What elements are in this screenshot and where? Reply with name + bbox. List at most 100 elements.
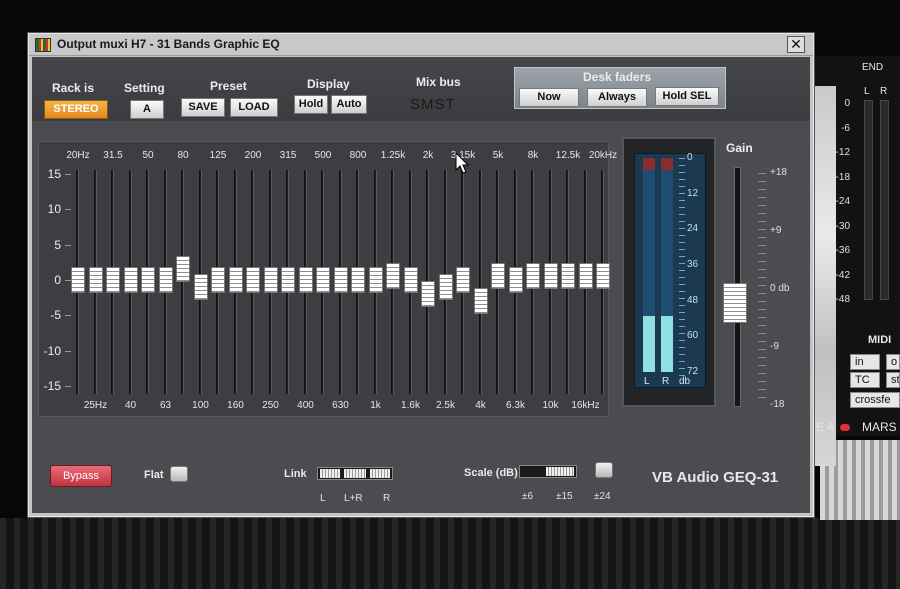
meter-scale-label: 48 xyxy=(687,294,699,306)
eq-fader-knob[interactable] xyxy=(473,288,488,315)
link-option-r: R xyxy=(383,493,391,504)
scale-24-button[interactable] xyxy=(595,462,613,478)
gain-fader-knob[interactable] xyxy=(723,283,747,323)
eq-fader-knob[interactable] xyxy=(246,267,260,293)
flat-button[interactable] xyxy=(170,466,188,482)
frequency-label-top: 800 xyxy=(349,150,367,161)
scale-option-15: ±15 xyxy=(556,491,573,502)
meter-scale-label: 0 xyxy=(687,152,693,163)
eq-fader-knob[interactable] xyxy=(351,267,365,293)
gain-scale-label: 0 db xyxy=(770,283,790,294)
link-label: Link xyxy=(284,468,307,480)
second-window-scale-label: -30 xyxy=(835,220,850,232)
frequency-label-bottom: 6.3k xyxy=(506,400,525,411)
eq-fader-knob[interactable] xyxy=(596,263,610,290)
frequency-label-bottom: 160 xyxy=(227,400,244,411)
display-hold-button[interactable]: Hold xyxy=(294,95,328,114)
mouse-cursor-icon xyxy=(455,152,470,174)
desk-now-button[interactable]: Now xyxy=(519,88,579,107)
link-switch-knob xyxy=(344,469,366,478)
midi-st-button[interactable]: st xyxy=(886,372,900,388)
eq-fader-knob[interactable] xyxy=(193,274,208,301)
eq-fader-knob[interactable] xyxy=(421,281,435,308)
eq-fader-knob[interactable] xyxy=(491,263,505,290)
frequency-label-top: 80 xyxy=(177,150,189,161)
display-label: Display xyxy=(307,77,350,91)
frequency-label-top: 1.25k xyxy=(380,150,406,161)
strip-label: E 4 xyxy=(816,420,835,434)
setting-a-button[interactable]: A xyxy=(130,100,164,119)
db-scale-tick xyxy=(65,350,71,352)
second-window-meter-right xyxy=(880,100,889,300)
scale-switch[interactable] xyxy=(519,465,577,478)
eq-fader-knob[interactable] xyxy=(88,267,103,293)
level-meter: 0 12 24 36 48 60 72 L R db xyxy=(622,137,716,407)
meter-scale-label: 60 xyxy=(687,330,699,342)
eq-fader-knob[interactable] xyxy=(281,267,295,293)
strip-led-icon xyxy=(840,424,850,431)
eq-fader-knob[interactable] xyxy=(298,267,313,293)
desk-faders-label: Desk faders xyxy=(583,70,652,84)
link-option-lr: L+R xyxy=(344,493,363,504)
display-auto-button[interactable]: Auto xyxy=(331,95,367,114)
meter-scale-label: 12 xyxy=(687,187,699,199)
frequency-label-bottom: 2.5k xyxy=(436,400,455,411)
eq-fader-knob[interactable] xyxy=(71,267,85,293)
link-switch[interactable] xyxy=(317,467,393,480)
crossfade-button[interactable]: crossfe xyxy=(850,392,900,408)
gain-scale-label: -9 xyxy=(770,341,779,352)
mixbus-value: SMST xyxy=(410,96,456,113)
meter-left-peak xyxy=(643,158,655,170)
frequency-label-bottom: 630 xyxy=(332,400,349,411)
meter-left-level xyxy=(643,316,655,372)
eq-fader-knob[interactable] xyxy=(508,267,523,293)
eq-fader-knob[interactable] xyxy=(456,267,470,293)
bypass-button[interactable]: Bypass xyxy=(50,465,112,487)
window-title: Output muxi H7 - 31 Bands Graphic EQ xyxy=(57,37,280,51)
desk-hold-sel-button[interactable]: Hold SEL xyxy=(655,87,719,106)
second-window: e END L R 0-6-12-18-24-30-36-42-48 MIDI … xyxy=(806,56,900,466)
gain-ticks xyxy=(758,173,766,405)
eq-fader-knob[interactable] xyxy=(263,267,278,293)
frequency-label-top: 31.5 xyxy=(103,150,123,161)
eq-fader-knob[interactable] xyxy=(368,267,383,293)
eq-fader-knob[interactable] xyxy=(228,267,243,293)
brand-label: VB Audio GEQ-31 xyxy=(652,469,779,486)
midi-o-button[interactable]: o xyxy=(886,354,900,370)
load-button[interactable]: LOAD xyxy=(230,98,278,117)
scale-option-24: ±24 xyxy=(594,491,611,502)
eq-fader-knob[interactable] xyxy=(333,267,348,293)
eq-fader-knob[interactable] xyxy=(316,267,330,293)
midi-tc-button[interactable]: TC xyxy=(850,372,880,388)
db-scale-label: 5 xyxy=(54,237,61,252)
eq-fader-knob[interactable] xyxy=(526,263,540,290)
eq-fader-knob[interactable] xyxy=(561,263,575,290)
second-window-scale-label: -6 xyxy=(841,122,850,134)
eq-fader-knob[interactable] xyxy=(438,274,453,301)
db-scale-label: 0 xyxy=(54,273,61,287)
eq-fader-knob[interactable] xyxy=(158,267,173,293)
eq-fader-knob[interactable] xyxy=(176,256,190,283)
frequency-label-top: 5k xyxy=(492,150,504,161)
title-bar[interactable]: Output muxi H7 - 31 Bands Graphic EQ ✕ xyxy=(29,34,813,56)
eq-fader-knob[interactable] xyxy=(386,263,400,290)
rack-stereo-button[interactable]: STEREO xyxy=(44,100,108,119)
desk-always-button[interactable]: Always xyxy=(587,88,647,107)
gain-label: Gain xyxy=(726,141,753,155)
save-button[interactable]: SAVE xyxy=(181,98,225,117)
fader-track xyxy=(478,170,482,394)
eq-fader-area: 20Hz 31.5 50 80 125 200 315 500 800 1.25k 2k 3.15k 5… xyxy=(38,141,617,417)
eq-window: Output muxi H7 - 31 Bands Graphic EQ ✕ R… xyxy=(28,33,814,517)
eq-fader-knob[interactable] xyxy=(106,267,120,293)
midi-in-button[interactable]: in xyxy=(850,354,880,370)
db-scale-label: -10 xyxy=(43,343,61,358)
db-scale-tick xyxy=(65,386,71,387)
flat-label: Flat xyxy=(144,469,164,481)
close-button[interactable]: ✕ xyxy=(787,36,805,53)
eq-fader-knob[interactable] xyxy=(543,263,558,290)
eq-fader-knob[interactable] xyxy=(123,267,138,293)
eq-fader-knob[interactable] xyxy=(211,267,225,293)
eq-fader-knob[interactable] xyxy=(141,267,155,293)
eq-fader-knob[interactable] xyxy=(578,263,593,290)
eq-fader-knob[interactable] xyxy=(403,267,418,293)
